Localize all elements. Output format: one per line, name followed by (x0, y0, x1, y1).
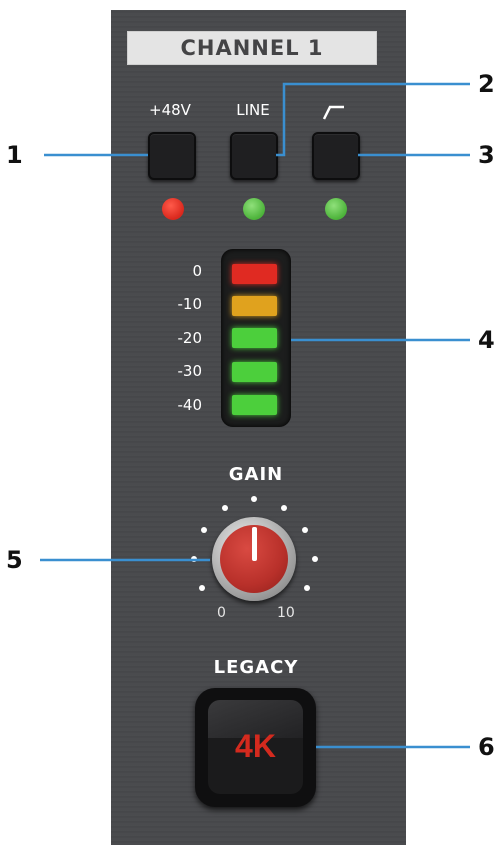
callout-5: 5 (6, 546, 23, 574)
callout-3: 3 (478, 141, 495, 169)
callout-6: 6 (478, 733, 495, 761)
callout-lines (40, 82, 470, 749)
callout-1: 1 (6, 141, 23, 169)
callout-4: 4 (478, 326, 495, 354)
callout-line-2 (276, 82, 470, 157)
callout-2: 2 (478, 70, 495, 98)
